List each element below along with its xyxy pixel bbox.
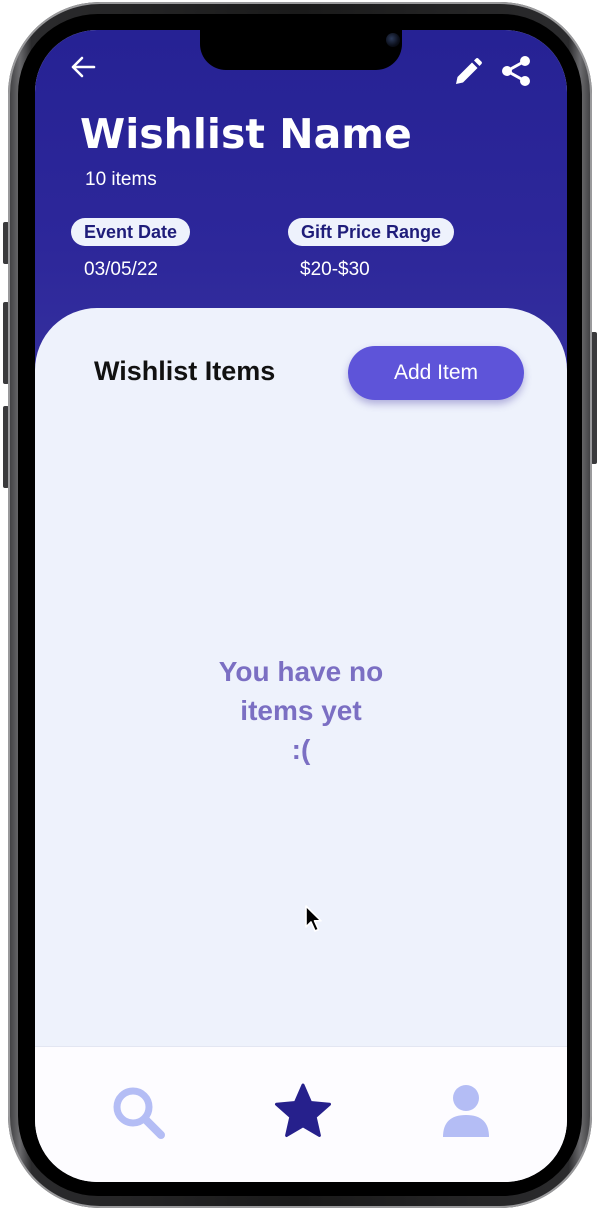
event-date-value: 03/05/22 — [84, 259, 158, 280]
notch — [200, 30, 402, 70]
pencil-icon — [456, 58, 482, 84]
edit-button[interactable] — [453, 57, 483, 87]
event-date-label: Event Date — [71, 218, 191, 246]
star-icon — [275, 1083, 331, 1137]
price-range-label: Gift Price Range — [288, 218, 455, 246]
section-title: Wishlist Items — [94, 356, 276, 386]
item-count: 10 items — [85, 169, 157, 190]
empty-state-line: items yet — [240, 695, 362, 726]
arrow-left-icon — [71, 56, 96, 78]
price-range-value: $20-$30 — [300, 259, 370, 280]
share-button[interactable] — [500, 55, 532, 87]
user-icon — [443, 1085, 489, 1137]
mouse-cursor-icon — [305, 905, 322, 932]
search-icon — [113, 1087, 165, 1139]
empty-state-line: You have no — [218, 656, 384, 687]
empty-state-message: You have no items yet :( — [151, 652, 451, 769]
nav-profile[interactable] — [440, 1084, 492, 1138]
nav-search[interactable] — [109, 1083, 169, 1143]
add-item-button[interactable]: Add Item — [348, 346, 524, 400]
back-button[interactable] — [69, 54, 97, 80]
bottom-nav — [35, 1046, 567, 1182]
stage: Wishlist Name 10 items Event Date 03/05/… — [0, 0, 600, 1214]
share-icon — [502, 56, 530, 86]
front-camera — [386, 33, 400, 47]
nav-wishlists[interactable] — [273, 1082, 333, 1140]
wishlist-title: Wishlist Name — [80, 110, 412, 158]
empty-state-line: :( — [291, 734, 311, 765]
phone-screen: Wishlist Name 10 items Event Date 03/05/… — [35, 30, 567, 1182]
